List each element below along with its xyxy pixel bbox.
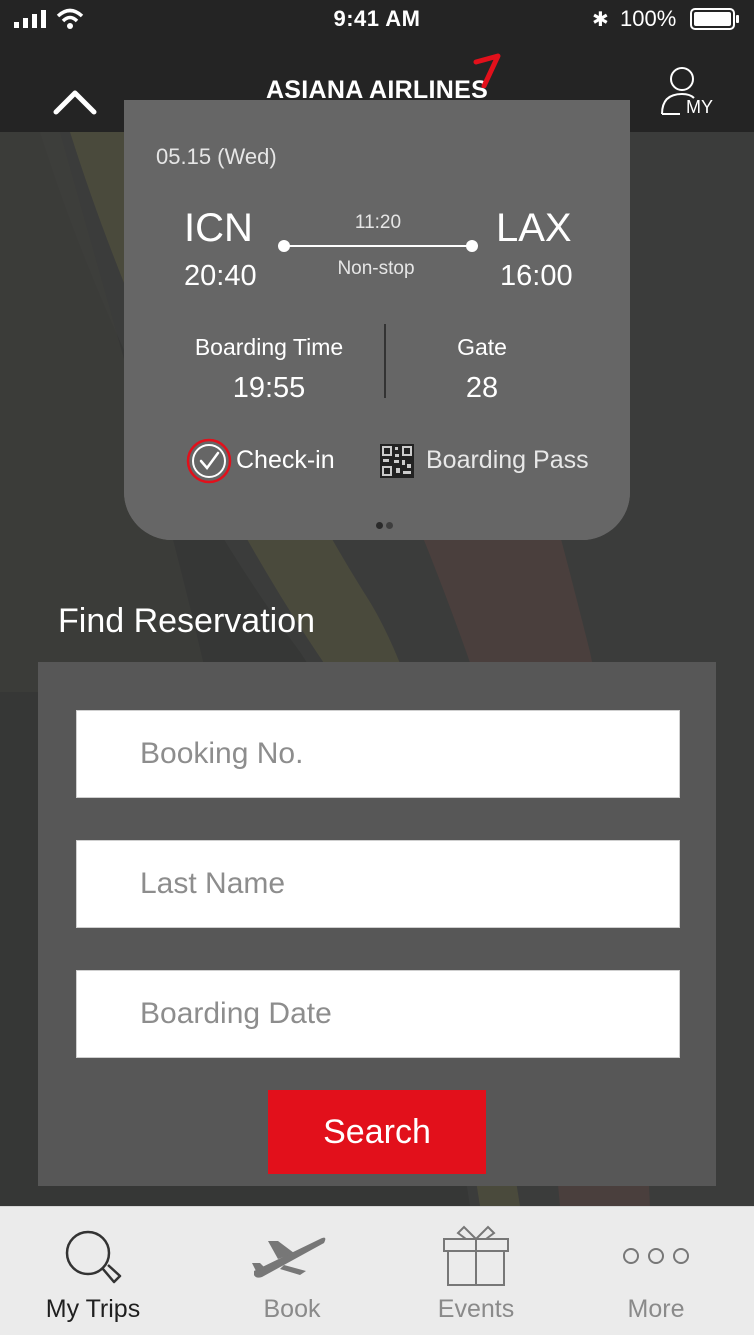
tab-label: Book (263, 1295, 321, 1323)
boarding-pass-label: Boarding Pass (426, 446, 589, 474)
flight-duration: 11:20 (354, 212, 402, 233)
flight-card-body: 05.15 (Wed) ICN 20:40 11:20 Non-stop LAX… (124, 132, 630, 540)
tab-label: More (627, 1295, 685, 1323)
tab-my-trips[interactable]: My Trips (0, 1207, 186, 1335)
boarding-date-input[interactable] (76, 970, 680, 1058)
origin-code: ICN (184, 206, 253, 250)
my-account-button[interactable]: MY (656, 64, 720, 120)
gate-value: 28 (465, 372, 499, 404)
last-name-input[interactable] (76, 840, 680, 928)
tab-events[interactable]: Events (384, 1207, 568, 1335)
gate-label: Gate (457, 334, 507, 360)
battery-percent: 100% (620, 6, 677, 31)
tab-label: My Trips (45, 1295, 141, 1323)
destination-code: LAX (496, 206, 572, 250)
checkin-button[interactable]: Check-in (186, 438, 346, 484)
booking-number-input[interactable] (76, 710, 680, 798)
tab-bar: My Trips Book Events More (0, 1206, 754, 1335)
tab-book[interactable]: Book (200, 1207, 384, 1335)
airplane-icon (252, 1237, 326, 1278)
info-divider (384, 324, 386, 398)
origin-time: 20:40 (184, 260, 257, 292)
tab-label: Events (437, 1295, 515, 1323)
more-dots-icon (623, 1248, 689, 1264)
destination-time: 16:00 (500, 260, 573, 292)
gift-icon (443, 1225, 509, 1286)
battery-icon (690, 8, 739, 30)
flight-date: 05.15 (Wed) (156, 144, 277, 169)
find-reservation-title: Find Reservation (58, 602, 316, 640)
search-icon (65, 1230, 122, 1284)
boarding-time-label: Boarding Time (194, 334, 344, 360)
boarding-pass-button[interactable]: Boarding Pass (378, 438, 608, 484)
route-type: Non-stop (337, 258, 415, 279)
page-dot-active[interactable] (376, 522, 383, 529)
brand-wing-icon (473, 53, 501, 88)
route-line (278, 240, 478, 252)
page-dot[interactable] (386, 522, 393, 529)
qr-code-icon (380, 444, 414, 478)
checkmark-circle-icon (186, 438, 232, 484)
checkin-label: Check-in (236, 446, 335, 474)
bluetooth-icon: ✱ (592, 9, 609, 31)
search-button[interactable]: Search (268, 1090, 486, 1174)
status-bar: 9:41 AM ✱ 100% (0, 0, 754, 40)
tab-more[interactable]: More (568, 1207, 744, 1335)
my-label: MY (686, 97, 713, 117)
boarding-time-value: 19:55 (232, 372, 306, 404)
